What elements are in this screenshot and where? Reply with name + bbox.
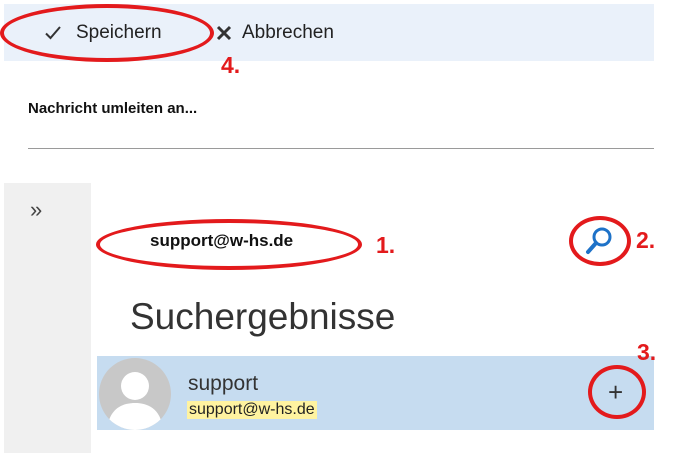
divider [28, 148, 654, 149]
annotation-step-1: 1. [376, 232, 396, 258]
result-row[interactable] [97, 356, 654, 430]
avatar [99, 358, 171, 430]
annotation-step-4: 4. [221, 52, 241, 78]
save-button[interactable]: Speichern [44, 4, 162, 61]
contact-email: support@w-hs.de [187, 401, 317, 419]
add-recipient-button[interactable]: + [608, 379, 623, 405]
expand-chevron-icon[interactable]: » [30, 197, 42, 223]
annotation-step-3: 3. [637, 339, 657, 365]
search-icon [582, 227, 616, 261]
save-label: Speichern [76, 21, 162, 43]
cancel-label: Abbrechen [242, 21, 334, 43]
search-input[interactable]: support@w-hs.de [150, 231, 293, 251]
search-button[interactable] [582, 225, 616, 257]
command-bar: Speichern Abbrechen [4, 4, 654, 61]
contact-name: support [188, 372, 259, 395]
results-title: Suchergebnisse [130, 296, 396, 337]
checkmark-icon [44, 25, 62, 41]
annotation-step-2: 2. [636, 227, 656, 253]
left-rail [4, 183, 91, 453]
plus-icon: + [608, 377, 624, 407]
close-icon [216, 25, 232, 41]
form-heading: Nachricht umleiten an... [28, 100, 198, 117]
